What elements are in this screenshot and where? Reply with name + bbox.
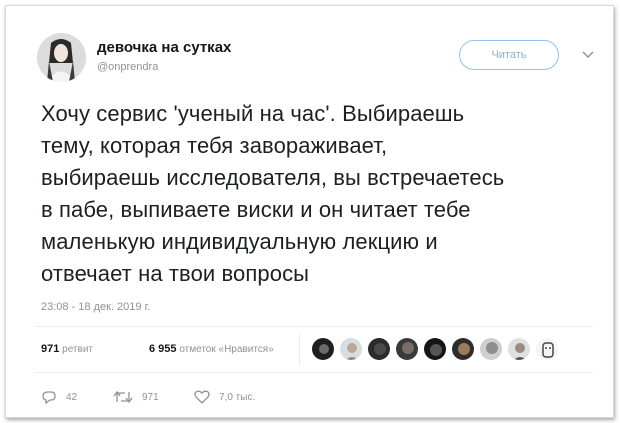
retweets-label: ретвит xyxy=(62,344,93,355)
divider xyxy=(36,326,593,327)
retweet-count: 971 xyxy=(142,391,159,403)
liker-avatar[interactable] xyxy=(535,337,559,361)
author-handle[interactable]: @onprendra xyxy=(97,61,158,73)
likes-count: 6 955 xyxy=(149,343,177,355)
like-count: 7,0 тыс. xyxy=(219,391,256,403)
retweets-stat[interactable]: 971 ретвит xyxy=(41,343,93,355)
avatar[interactable] xyxy=(37,33,86,82)
heart-icon xyxy=(194,390,210,404)
reply-icon xyxy=(41,390,57,405)
tweet-text: Хочу сервис 'ученый на час'. Выбираешь т… xyxy=(41,101,505,286)
liker-avatar[interactable] xyxy=(311,337,335,361)
liker-avatar[interactable] xyxy=(479,337,503,361)
likes-label: отметок «Нравится» xyxy=(179,344,274,355)
follow-button[interactable]: Читать xyxy=(459,40,559,70)
like-button[interactable]: 7,0 тыс. xyxy=(194,390,255,404)
tweet-timestamp[interactable]: 23:08 - 18 дек. 2019 г. xyxy=(41,301,150,313)
tweet-stats: 971 ретвит 6 955 отметок «Нравится» xyxy=(41,333,300,366)
liker-avatar[interactable] xyxy=(507,337,531,361)
stats-divider xyxy=(299,333,300,366)
tweet-card: девочка на сутках @onprendra Читать Хочу… xyxy=(5,5,614,418)
chevron-down-icon[interactable] xyxy=(581,48,595,60)
reply-count: 42 xyxy=(66,392,78,403)
author-display-name[interactable]: девочка на сутках xyxy=(97,39,231,56)
retweets-count: 971 xyxy=(41,343,60,355)
liker-avatar[interactable] xyxy=(451,337,475,361)
liker-avatar[interactable] xyxy=(367,337,391,361)
likes-stat[interactable]: 6 955 отметок «Нравится» xyxy=(149,343,274,355)
divider xyxy=(36,372,593,373)
liker-avatar[interactable] xyxy=(423,337,447,361)
retweet-button[interactable]: 971 xyxy=(113,390,159,404)
reply-button[interactable]: 42 xyxy=(41,390,77,405)
liker-avatar[interactable] xyxy=(339,337,363,361)
liker-avatar[interactable] xyxy=(395,337,419,361)
retweet-icon xyxy=(113,390,133,404)
